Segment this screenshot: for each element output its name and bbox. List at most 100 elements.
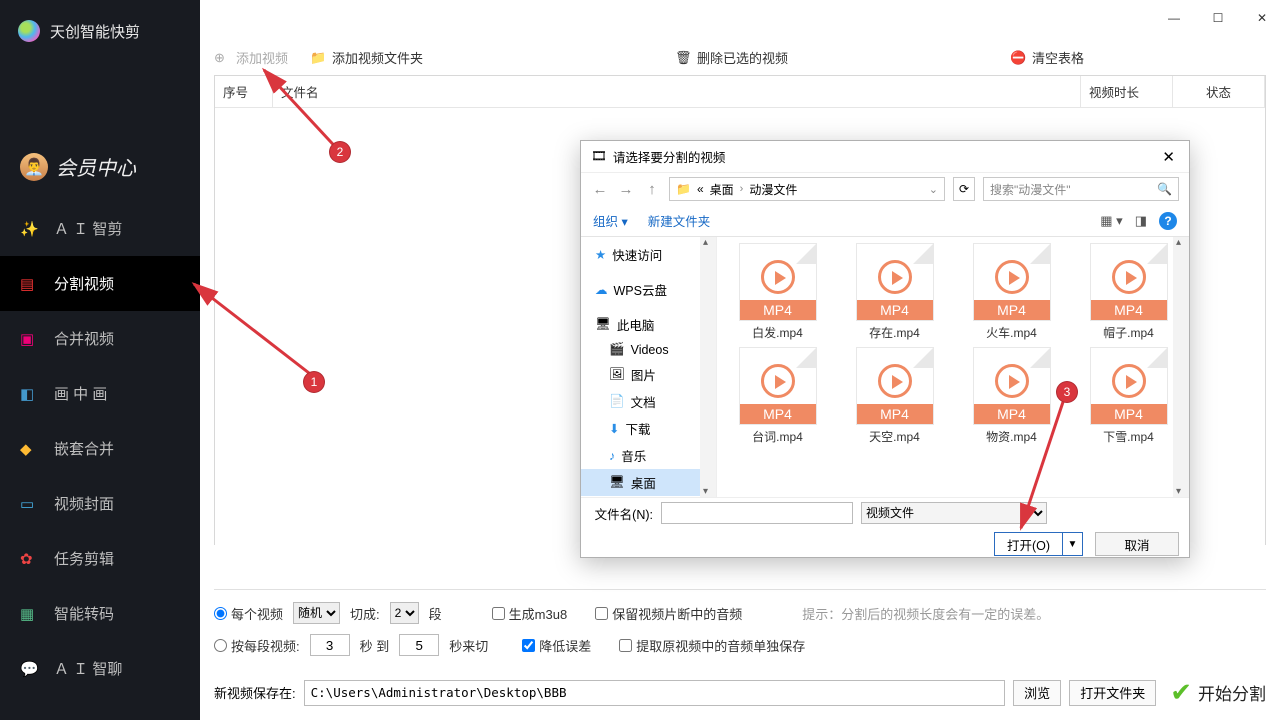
vip-label: 会员中心	[56, 152, 136, 181]
save-label: 新视频保存在:	[214, 683, 296, 702]
file-item[interactable]: MP4天空.mp4	[838, 347, 951, 445]
tree-pictures[interactable]: 🖼图片	[581, 361, 716, 388]
view-mode-button[interactable]: ▦ ▾	[1100, 213, 1122, 229]
maximize-button[interactable]: ☐	[1208, 8, 1228, 28]
annotation-badge-3: 3	[1057, 382, 1077, 402]
dialog-icon: 🎞	[591, 149, 607, 164]
file-item[interactable]: MP4火车.mp4	[955, 243, 1068, 341]
nav-ai-chat[interactable]: 💬Ａ Ｉ 智聊	[0, 641, 200, 696]
nav-task-edit[interactable]: ✿任务剪辑	[0, 531, 200, 586]
opt-m3u8[interactable]: 生成m3u8	[492, 604, 568, 623]
dialog-toolbar: 组织 ▾ 新建文件夹 ▦ ▾ ◨ ?	[581, 205, 1189, 237]
dialog-titlebar: 🎞 请选择要分割的视频 ✕	[581, 141, 1189, 172]
task-icon: ✿	[20, 550, 42, 568]
files-scrollbar[interactable]	[1173, 237, 1189, 497]
col-duration: 视频时长	[1081, 76, 1173, 107]
tree-videos[interactable]: 🎬Videos	[581, 338, 716, 361]
delete-icon: 🗑	[675, 50, 691, 66]
search-input[interactable]: 搜索"动漫文件" 🔍	[983, 177, 1179, 201]
check-icon: ✔	[1170, 677, 1192, 708]
file-item[interactable]: MP4下雪.mp4	[1072, 347, 1185, 445]
seg-to-input[interactable]	[399, 634, 439, 656]
avatar-icon	[20, 153, 48, 181]
back-button[interactable]: ←	[591, 181, 609, 198]
tree-docs[interactable]: 📄文档	[581, 388, 716, 415]
random-select[interactable]: 随机	[293, 602, 340, 624]
chevron-down-icon[interactable]: ⌄	[929, 183, 938, 196]
help-icon[interactable]: ?	[1159, 212, 1177, 230]
nav-split-video[interactable]: ▤分割视频	[0, 256, 200, 311]
nav-merge-video[interactable]: ▣合并视频	[0, 311, 200, 366]
mp4-file-icon: MP4	[1090, 347, 1168, 425]
sidebar: 天创智能快剪 会员中心 ✨Ａ Ｉ 智剪 ▤分割视频 ▣合并视频 ◧画 中 画 ◆…	[0, 0, 200, 720]
address-bar[interactable]: 📁 « 桌面 › 动漫文件 ⌄	[669, 177, 945, 201]
chat-icon: 💬	[20, 660, 42, 678]
refresh-button[interactable]: ⟳	[953, 177, 975, 201]
up-button[interactable]: ↑	[643, 181, 661, 198]
folder-tree: ★快速访问 ☁WPS云盘 🖥此电脑 🎬Videos 🖼图片 📄文档 ⬇下载 ♪音…	[581, 237, 717, 497]
minimize-button[interactable]: —	[1164, 8, 1184, 28]
browse-button[interactable]: 浏览	[1013, 680, 1061, 706]
filename-input[interactable]	[661, 502, 853, 524]
tree-scrollbar[interactable]	[700, 237, 716, 497]
file-open-dialog: 🎞 请选择要分割的视频 ✕ ← → ↑ 📁 « 桌面 › 动漫文件 ⌄ ⟳ 搜索"…	[580, 140, 1190, 558]
seg-from-input[interactable]	[310, 634, 350, 656]
nav-transcode[interactable]: ▦智能转码	[0, 586, 200, 641]
delete-selected-button[interactable]: 🗑删除已选的视频	[675, 48, 788, 67]
organize-button[interactable]: 组织 ▾	[593, 211, 628, 230]
mp4-file-icon: MP4	[1090, 243, 1168, 321]
file-list: MP4白发.mp4MP4存在.mp4MP4火车.mp4MP4帽子.mp4 MP4台…	[717, 237, 1189, 497]
nav-video-cover[interactable]: ▭视频封面	[0, 476, 200, 531]
tree-wps[interactable]: ☁WPS云盘	[581, 276, 716, 303]
opt-extract-audio[interactable]: 提取原视频中的音频单独保存	[619, 636, 805, 655]
preview-pane-button[interactable]: ◨	[1135, 213, 1147, 229]
annotation-badge-2: 2	[330, 142, 350, 162]
file-item[interactable]: MP4台词.mp4	[721, 347, 834, 445]
segment-label: 段	[429, 604, 442, 623]
nav-ai-cut[interactable]: ✨Ａ Ｉ 智剪	[0, 201, 200, 256]
tree-this-pc[interactable]: 🖥此电脑	[581, 311, 716, 338]
cut-count-select[interactable]: 2	[390, 602, 419, 624]
close-button[interactable]: ✕	[1252, 8, 1272, 28]
nav-pip[interactable]: ◧画 中 画	[0, 366, 200, 421]
mp4-file-icon: MP4	[739, 243, 817, 321]
col-filename: 文件名	[273, 76, 1081, 107]
opt-keep-audio[interactable]: 保留视频片断中的音频	[595, 604, 742, 623]
opt-reduce-error[interactable]: 降低误差	[522, 636, 591, 655]
pip-icon: ◧	[20, 385, 42, 403]
split-icon: ▤	[20, 275, 42, 293]
footer-bar: 新视频保存在: 浏览 打开文件夹 ✔开始分割	[214, 677, 1266, 708]
start-split-button[interactable]: ✔开始分割	[1170, 677, 1266, 708]
nest-icon: ◆	[20, 440, 42, 458]
tree-quick-access[interactable]: ★快速访问	[581, 241, 716, 268]
wand-icon: ✨	[20, 220, 42, 238]
file-item[interactable]: MP4帽子.mp4	[1072, 243, 1185, 341]
window-controls: — ☐ ✕	[1164, 8, 1272, 28]
clear-icon: ⛔	[1010, 50, 1026, 66]
cancel-button[interactable]: 取消	[1095, 532, 1179, 556]
filename-label: 文件名(N):	[591, 504, 653, 523]
file-item[interactable]: MP4存在.mp4	[838, 243, 951, 341]
new-folder-button[interactable]: 新建文件夹	[648, 211, 711, 230]
tree-downloads[interactable]: ⬇下载	[581, 415, 716, 442]
transcode-icon: ▦	[20, 605, 42, 623]
vip-center[interactable]: 会员中心	[0, 138, 200, 195]
dialog-nav: ← → ↑ 📁 « 桌面 › 动漫文件 ⌄ ⟳ 搜索"动漫文件" 🔍	[581, 172, 1189, 205]
dialog-close-button[interactable]: ✕	[1158, 148, 1179, 166]
clear-table-button[interactable]: ⛔清空表格	[1010, 48, 1084, 67]
opt-each-video[interactable]: 每个视频	[214, 604, 283, 623]
file-item[interactable]: MP4白发.mp4	[721, 243, 834, 341]
annotation-badge-1: 1	[304, 372, 324, 392]
forward-button[interactable]: →	[617, 181, 635, 198]
nav-nest-merge[interactable]: ◆嵌套合并	[0, 421, 200, 476]
search-icon: 🔍	[1157, 182, 1172, 196]
tree-music[interactable]: ♪音乐	[581, 442, 716, 469]
save-path-input[interactable]	[304, 680, 1006, 706]
dialog-title: 请选择要分割的视频	[613, 147, 726, 166]
opt-by-segment[interactable]: 按每段视频:	[214, 636, 300, 655]
tree-desktop[interactable]: 🖥桌面	[581, 469, 716, 496]
dialog-footer: 文件名(N): 视频文件 打开(O) ▼ 取消	[581, 497, 1189, 566]
open-folder-button[interactable]: 打开文件夹	[1069, 680, 1156, 706]
app-title-text: 天创智能快剪	[50, 21, 140, 42]
merge-icon: ▣	[20, 330, 42, 348]
